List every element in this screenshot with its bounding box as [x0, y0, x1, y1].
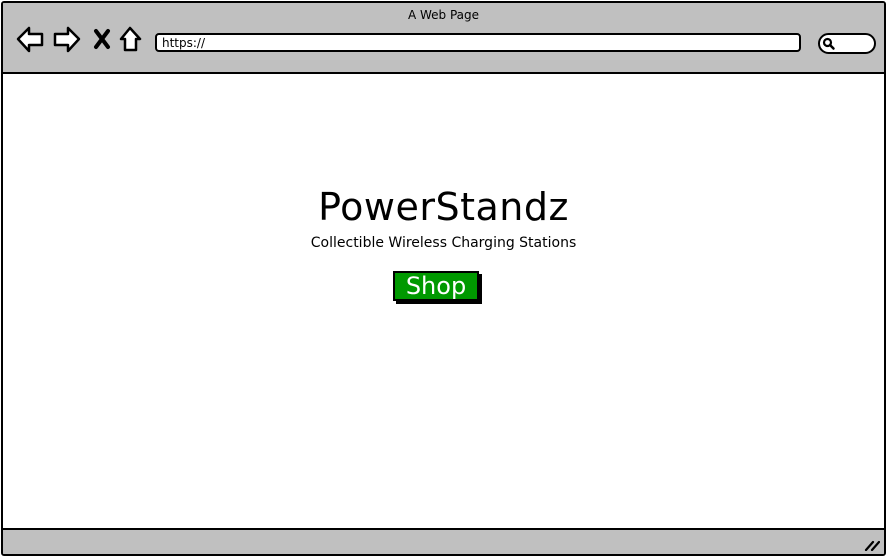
page-content: PowerStandz Collectible Wireless Chargin…: [3, 74, 884, 529]
shop-button[interactable]: Shop: [393, 271, 479, 301]
forward-arrow-icon[interactable]: [52, 25, 82, 55]
brand-tagline: Collectible Wireless Charging Stations: [310, 235, 577, 251]
url-input[interactable]: [155, 33, 801, 52]
browser-window: A Web Page https:// PowerStandz Collecti…: [1, 1, 886, 556]
back-arrow-icon[interactable]: [15, 25, 45, 55]
search-field[interactable]: [818, 33, 876, 54]
home-icon[interactable]: [117, 25, 147, 55]
search-icon: [822, 37, 835, 50]
resize-grip-icon[interactable]: [864, 536, 881, 552]
status-bar: [3, 528, 884, 554]
browser-toolbar: A Web Page: [3, 3, 884, 74]
window-title: A Web Page: [407, 8, 480, 22]
brand-title: PowerStandz: [318, 185, 569, 229]
